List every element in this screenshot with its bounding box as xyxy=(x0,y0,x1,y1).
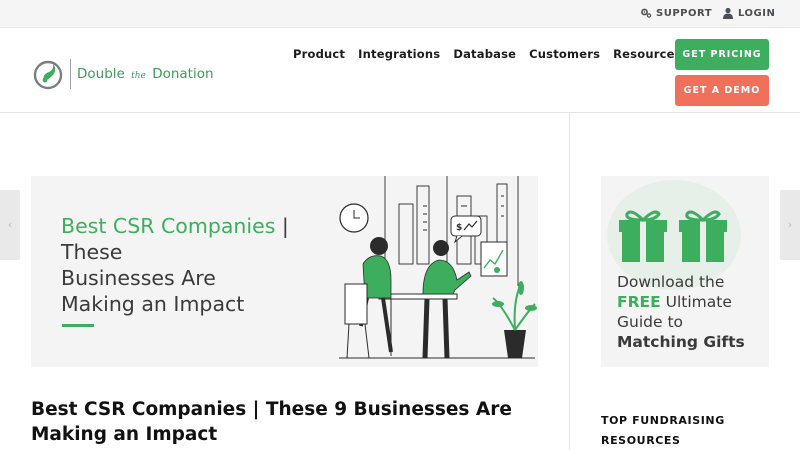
page: SUPPORT LOGIN Double the Donation Produc… xyxy=(0,0,800,450)
logo-divider xyxy=(70,59,71,89)
chevron-left-icon: ‹ xyxy=(8,219,12,231)
support-link[interactable]: SUPPORT xyxy=(640,7,712,19)
nav-database[interactable]: Database xyxy=(453,47,516,61)
ad-free-label: FREE xyxy=(617,293,661,311)
logo-mark-icon xyxy=(33,60,63,90)
user-icon xyxy=(722,7,734,19)
featured-image-title: Best CSR Companies | These Businesses Ar… xyxy=(61,213,301,317)
prev-post-arrow[interactable]: ‹ xyxy=(0,190,20,260)
logo-word-double: Double xyxy=(77,66,125,82)
ad-line-1: Download the xyxy=(617,273,725,291)
nav-resources[interactable]: Resources xyxy=(613,47,682,61)
svg-text:$: $ xyxy=(456,223,462,233)
featured-image[interactable]: Best CSR Companies | These Businesses Ar… xyxy=(31,176,538,367)
utility-bar: SUPPORT LOGIN xyxy=(0,0,800,28)
article-title: Best CSR Companies | These 9 Businesses … xyxy=(31,399,512,445)
main-nav: Product Integrations Database Customers … xyxy=(293,47,682,61)
logo[interactable]: Double the Donation xyxy=(32,57,222,91)
gift-icon xyxy=(619,210,667,262)
hero-title-highlight: Best CSR Companies xyxy=(61,214,276,238)
content-divider xyxy=(569,113,570,450)
get-a-demo-button[interactable]: GET A DEMO xyxy=(675,75,769,106)
matching-gifts-guide-ad[interactable]: Download the FREE Ultimate Guide to Matc… xyxy=(601,176,769,367)
hero-title-part-2: Businesses Are xyxy=(61,266,216,290)
get-pricing-button[interactable]: GET PRICING xyxy=(675,39,769,70)
logo-word-donation: Donation xyxy=(152,66,214,82)
nav-customers[interactable]: Customers xyxy=(529,47,600,61)
ad-line-4: Matching Gifts xyxy=(617,333,745,351)
gears-icon xyxy=(640,7,652,19)
nav-product[interactable]: Product xyxy=(293,47,345,61)
logo-wordmark: Double the Donation xyxy=(77,66,214,82)
ad-line-2: Ultimate xyxy=(660,293,732,311)
ad-text: Download the FREE Ultimate Guide to Matc… xyxy=(617,272,767,352)
sidebar-heading: TOP FUNDRAISING RESOURCES xyxy=(601,414,725,447)
hero-title-part-3: Making an Impact xyxy=(61,292,245,316)
ad-line-3: Guide to xyxy=(617,313,684,331)
login-link[interactable]: LOGIN xyxy=(722,7,775,19)
login-label: LOGIN xyxy=(738,7,776,19)
support-label: SUPPORT xyxy=(656,7,713,19)
site-header: Double the Donation Product Integrations… xyxy=(0,28,800,113)
hero-accent-line xyxy=(62,324,94,327)
next-post-arrow[interactable]: › xyxy=(780,190,800,260)
office-meeting-illustration: $ xyxy=(339,176,537,359)
logo-word-the: the xyxy=(131,71,146,81)
chevron-right-icon: › xyxy=(788,219,792,231)
nav-integrations[interactable]: Integrations xyxy=(358,47,440,61)
gift-icon xyxy=(679,210,727,262)
